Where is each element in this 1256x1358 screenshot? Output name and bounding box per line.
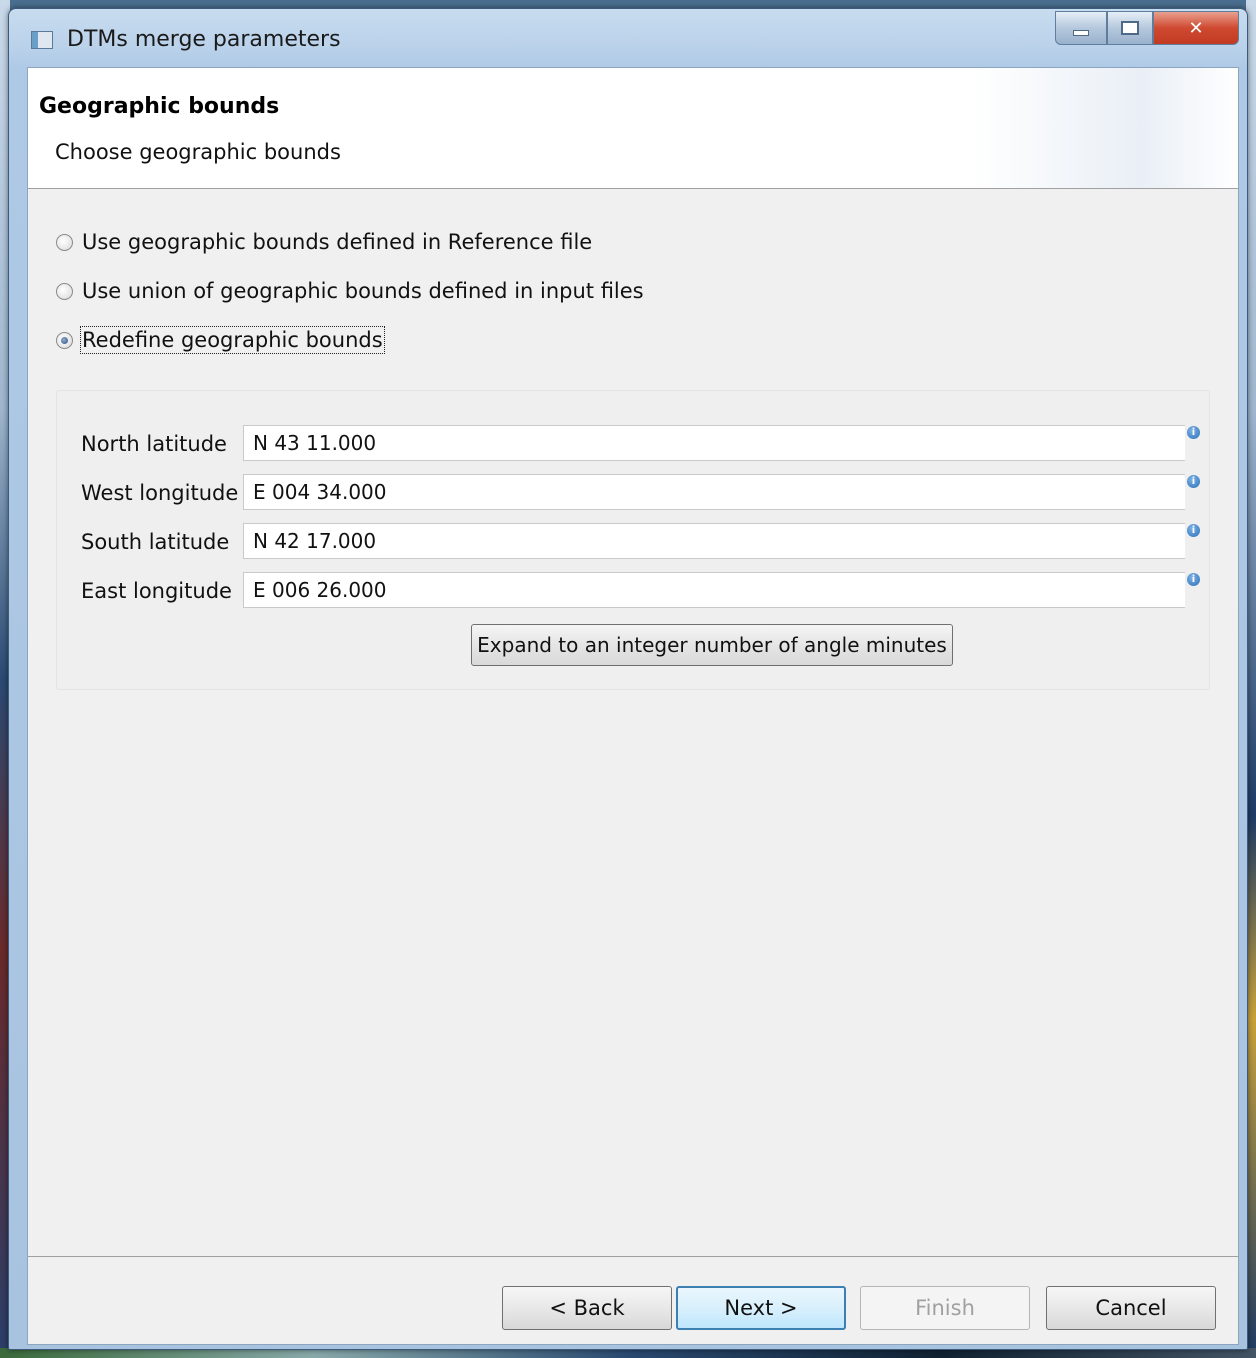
bounds-group: North latitude i West longitude i South …	[56, 390, 1210, 690]
expand-minutes-button[interactable]: Expand to an integer number of angle min…	[471, 624, 953, 666]
radio-button[interactable]	[56, 233, 73, 251]
next-button[interactable]: Next >	[676, 1286, 846, 1330]
window-controls: ✕	[1055, 11, 1239, 47]
wizard-client-area: Geographic bounds Choose geographic boun…	[27, 67, 1239, 1345]
page-title: Geographic bounds	[39, 94, 280, 119]
info-icon: i	[1187, 524, 1200, 537]
east-longitude-input[interactable]	[243, 572, 1185, 608]
radio-label: Redefine geographic bounds	[80, 326, 385, 354]
finish-button[interactable]: Finish	[860, 1286, 1030, 1330]
page-subtitle: Choose geographic bounds	[55, 140, 341, 164]
radio-union-bounds[interactable]: Use union of geographic bounds defined i…	[56, 279, 644, 303]
radio-button[interactable]	[56, 282, 73, 300]
info-icon: i	[1187, 573, 1200, 586]
close-icon: ✕	[1188, 17, 1204, 39]
title-bar[interactable]: DTMs merge parameters ✕	[9, 9, 1247, 67]
radio-reference-bounds[interactable]: Use geographic bounds defined in Referen…	[56, 230, 592, 254]
window-title: DTMs merge parameters	[67, 27, 341, 52]
radio-button-selected[interactable]	[56, 331, 73, 349]
wizard-header: Geographic bounds Choose geographic boun…	[28, 68, 1238, 189]
maximize-icon	[1121, 21, 1139, 35]
cancel-button[interactable]: Cancel	[1046, 1286, 1216, 1330]
radio-label: Use union of geographic bounds defined i…	[82, 279, 644, 303]
close-button[interactable]: ✕	[1153, 11, 1239, 45]
south-latitude-label: South latitude	[81, 530, 230, 554]
minimize-icon	[1073, 30, 1089, 36]
west-longitude-input[interactable]	[243, 474, 1185, 510]
info-icon: i	[1187, 475, 1200, 488]
west-longitude-label: West longitude	[81, 481, 239, 505]
footer-separator	[28, 1256, 1238, 1257]
app-icon	[31, 31, 53, 49]
north-latitude-label: North latitude	[81, 432, 227, 456]
radio-label: Use geographic bounds defined in Referen…	[82, 230, 593, 254]
dialog-window: DTMs merge parameters ✕ Geographic bound…	[8, 8, 1248, 1350]
info-icon: i	[1187, 426, 1200, 439]
maximize-button[interactable]	[1107, 11, 1153, 45]
north-latitude-input[interactable]	[243, 425, 1185, 461]
back-button[interactable]: < Back	[502, 1286, 672, 1330]
minimize-button[interactable]	[1055, 11, 1107, 45]
east-longitude-label: East longitude	[81, 579, 232, 603]
south-latitude-input[interactable]	[243, 523, 1185, 559]
radio-redefine-bounds[interactable]: Redefine geographic bounds	[56, 326, 385, 354]
